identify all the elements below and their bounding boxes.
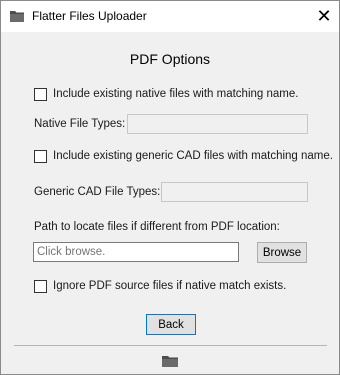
include-native-row[interactable]: Include existing native files with match… xyxy=(34,86,298,102)
path-input[interactable] xyxy=(33,242,239,262)
path-label: Path to locate files if different from P… xyxy=(34,221,280,233)
include-cad-row[interactable]: Include existing generic CAD files with … xyxy=(34,148,333,164)
include-native-checkbox[interactable] xyxy=(34,87,47,101)
ignore-pdf-label: Ignore PDF source files if native match … xyxy=(53,280,287,292)
page-heading: PDF Options xyxy=(129,51,211,67)
native-types-field[interactable] xyxy=(127,114,308,134)
include-cad-checkbox[interactable] xyxy=(34,149,47,163)
folder-icon xyxy=(9,9,25,23)
uploader-window: Flatter Files Uploader ✕ PDF Options Inc… xyxy=(0,0,340,375)
cad-types-field[interactable] xyxy=(161,182,308,202)
ignore-pdf-row[interactable]: Ignore PDF source files if native match … xyxy=(34,278,286,294)
title-bar[interactable]: Flatter Files Uploader ✕ xyxy=(1,1,339,32)
include-cad-label: Include existing generic CAD files with … xyxy=(53,150,333,162)
footer-divider xyxy=(14,345,327,346)
browse-button[interactable]: Browse xyxy=(257,242,307,263)
close-icon: ✕ xyxy=(316,6,332,26)
folder-icon xyxy=(161,354,179,368)
close-button[interactable]: ✕ xyxy=(309,1,339,32)
ignore-pdf-checkbox[interactable] xyxy=(34,279,47,293)
cad-types-label: Generic CAD File Types: xyxy=(34,186,161,198)
include-native-label: Include existing native files with match… xyxy=(53,88,299,100)
back-button[interactable]: Back xyxy=(146,314,196,335)
native-types-label: Native File Types: xyxy=(34,118,126,130)
window-title: Flatter Files Uploader xyxy=(32,9,147,23)
